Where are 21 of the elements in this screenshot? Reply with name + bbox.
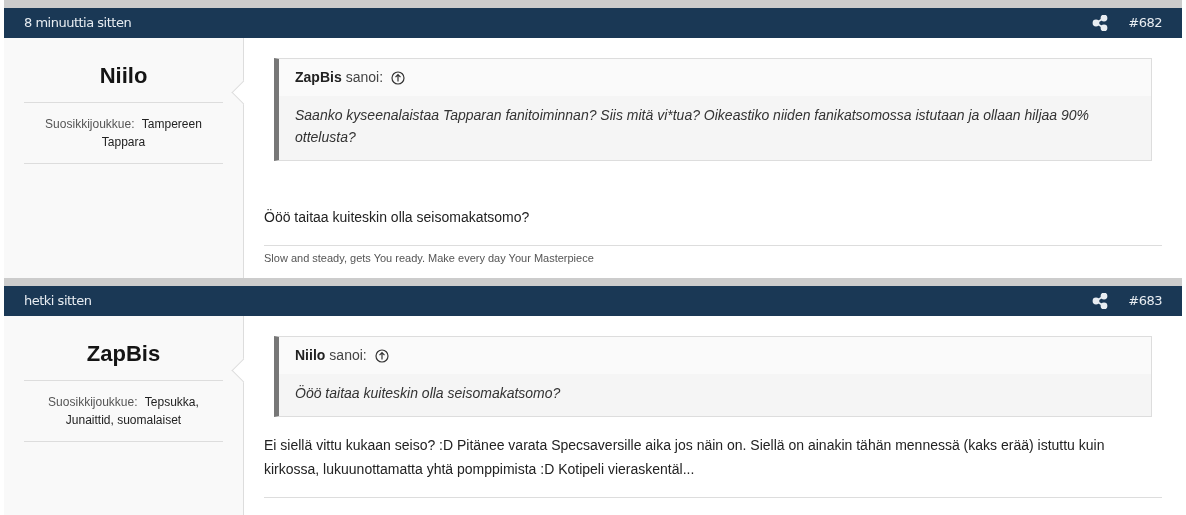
post-number-link[interactable]: #682 xyxy=(1128,13,1162,33)
favorite-team-info: Suosikkijoukkue: Tepsukka, Junaittid, suomalaiset xyxy=(47,393,200,429)
quote-said: sanoi: xyxy=(345,68,384,87)
post-message: Ei siellä vittu kukaan seiso? :D Pitänee varata Specsaversille aika jos näin on. Siellä on ainakin tähän mennessä (kaks erää) istuttu kuin kirkossa, lukuunottamatta yhtä pomppimista :D Kotipeli vieraskentäl... xyxy=(264,436,1106,479)
share-icon[interactable] xyxy=(1092,15,1109,31)
post-message: Ööö taitaa kuiteskin olla seisomakatsomo? xyxy=(264,207,531,227)
quote-text: Saanko kyseenalaistaa Tapparan fanitoiminnan? Siis mitä vi*tua? Oikeastiko niiden fanikatsomossa istutaan ja ollaan hiljaa 90% ottelusta? xyxy=(294,106,1091,147)
quote-text: Ööö taitaa kuiteskin olla seisomakatsomo? xyxy=(294,384,562,403)
quote-said: sanoi: xyxy=(329,346,367,365)
quote-author-link[interactable]: Niilo xyxy=(295,345,326,366)
username-link[interactable]: ZapBis xyxy=(86,340,161,368)
quote-author-link[interactable]: ZapBis xyxy=(295,67,342,88)
post-time: hetki sitten xyxy=(24,292,92,311)
share-icon[interactable] xyxy=(1092,293,1109,309)
username-link[interactable]: Niilo xyxy=(99,62,148,90)
jump-to-quote-icon[interactable] xyxy=(374,348,389,363)
favorite-team-info: Suosikkijoukkue: Tampereen Tappara xyxy=(44,115,203,151)
post-number-link[interactable]: #683 xyxy=(1128,291,1162,311)
signature-text: Slow and steady, gets You ready. Make every day Your Masterpiece xyxy=(264,250,595,266)
post-time: 8 minuuttia sitten xyxy=(24,14,132,33)
jump-to-quote-icon[interactable] xyxy=(391,70,406,85)
